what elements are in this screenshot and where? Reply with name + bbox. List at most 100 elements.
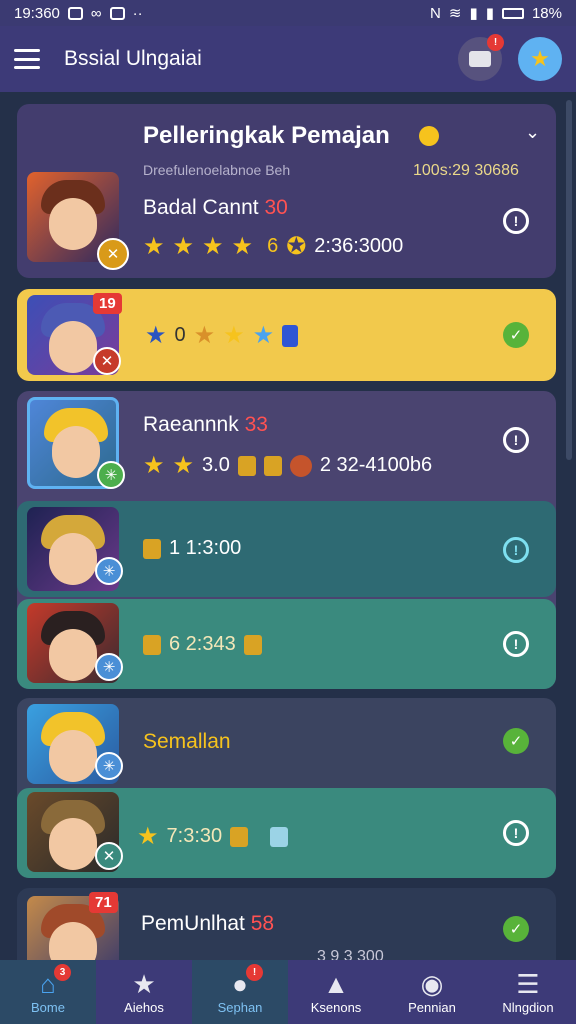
scrollbar[interactable] [566,100,572,460]
info-button[interactable]: ! [503,208,529,234]
star-icon: ★ [132,968,156,999]
player-class-badge: ✳ [95,557,123,585]
star-icon: ★ [193,322,216,349]
menu-icon: ☰ [516,968,540,999]
player-score: 2 32-4100b6 [319,454,433,476]
shield-icon [282,324,299,347]
signal-icon-2: ▮ [485,5,494,22]
player-rating: 3.0 [202,454,230,476]
leaderboard-group: ✳ Semallan ✓ ✕ ★ 7:3:30 ! [17,698,556,878]
player-stats: ★ 0 ★ ★ ★ [145,321,299,350]
nav-label: Bome [31,999,65,1015]
star-icon: ★ [143,233,165,260]
leaderboard-row[interactable]: ✳ 6 2:343 ! [17,599,556,689]
gem-icon [270,826,289,847]
nav-lock[interactable]: ▲ Ksenons [288,960,384,1024]
link-icon: ∞ [90,4,102,22]
nav-badge: ! [246,964,263,981]
rank-badge: 19 [93,293,122,314]
nav-label: Nlngdion [502,999,554,1015]
blue-star-icon: ★ [145,322,167,349]
notification-badge: ! [487,34,504,51]
leaderboard-header-card: Pelleringkak Pemajan ⌄ Dreefulenoelabnoe… [17,104,556,278]
wifi-icon: ≋ [448,5,462,22]
nav-home[interactable]: ⌂ 3 Bome [0,960,96,1024]
status-time: 19:360 [14,4,60,22]
inbox-icon [469,51,491,67]
leaderboard-subtitle: Dreefulenoelabnoe Beh [143,162,291,178]
check-icon: ✓ [503,728,529,754]
leaderboard-title: Pelleringkak Pemajan [143,122,390,149]
app-icon [109,6,125,20]
status-bar: 19:360 ∞ ·· N ≋ ▮ ▮ 18% [0,0,576,26]
nav-label: Ksenons [310,999,362,1015]
player-class-badge: ✳ [97,461,125,489]
leaderboard-row[interactable]: 71 PemUnlhat 58 3 9 3 300 ✓ [17,888,556,960]
coin-icon [237,455,256,476]
star-burst-icon: ✪ [286,233,307,260]
leaderboard-row[interactable]: 19 ✕ ★ 0 ★ ★ ★ ✓ [17,289,556,381]
notifications-button[interactable]: ! [458,34,504,81]
player-stats: 6 2:343 [143,633,262,656]
player-stats: ★ 7:3:30 [137,822,289,851]
info-button[interactable]: ! [503,820,529,846]
info-button[interactable]: ! [503,631,529,657]
player-class-badge: ✕ [97,238,129,270]
info-button[interactable]: ! [503,537,529,563]
star-count: 0 [174,324,186,346]
player-score: 3 9 3 300 [317,948,384,960]
player-class-badge: ✕ [95,842,123,870]
nav-badge: 3 [54,964,71,981]
star-icon: ★ [172,452,195,479]
player-name: Raeannnk 33 [143,413,268,436]
crown-star-icon: ★ [530,46,550,71]
player-class-badge: ✳ [95,653,123,681]
info-button[interactable]: ! [503,427,529,453]
nav-search[interactable]: ● ! Sephan [192,960,288,1024]
nav-label: Aiehos [124,999,164,1015]
player-name: Semallan [143,730,231,753]
player-stats: ★ ★ 3.0 2 32-4100b6 [143,451,432,480]
leaderboard-row[interactable]: ✳ 1 1:3:00 ! [17,501,556,597]
medal-icon [289,454,312,477]
nav-achievements[interactable]: ★ Aiehos [96,960,192,1024]
check-icon: ✓ [503,322,529,348]
nav-menu[interactable]: ☰ Nlngdion [480,960,576,1024]
player-score: 2:36:3000 [314,235,404,257]
bottom-nav: ⌂ 3 Bome ★ Aiehos ● ! Sephan ▲ Ksenons ◉… [0,960,576,1024]
coin-icon [230,826,249,847]
gamepad-icon: ◉ [420,968,444,999]
coin-icon [263,455,282,476]
player-name: PemUnlhat 58 [141,912,275,935]
star-icon: ★ [223,322,245,349]
menu-icon[interactable] [14,49,40,69]
star-icon: ★ [231,233,254,260]
collapse-chevron-icon[interactable]: ⌄ [525,122,540,143]
app-notification-icon [67,6,83,20]
star-icon: ★ [202,233,224,260]
nav-label: Pennian [408,999,456,1015]
player-stats: ★ ★ ★ ★ 6 ✪ 2:36:3000 [143,232,403,261]
player-class-badge: ✕ [93,347,121,375]
lock-icon: ▲ [323,968,349,999]
nav-games[interactable]: ◉ Pennian [384,960,480,1024]
check-icon: ✓ [503,916,529,942]
rank-badge: 71 [89,892,118,913]
leaderboard-group: ✳ Raeannnk 33 ★ ★ 3.0 2 32-4100b6 ! ✳ 1 … [17,391,556,689]
signal-icon: ▮ [469,5,478,22]
app-title: Bssial Ulngaiai [64,47,202,70]
nfc-icon: N [430,4,441,22]
app-bar: Bssial Ulngaiai ! ★ [0,26,576,92]
star-icon: ★ [143,452,165,479]
player-class-badge: ✳ [95,752,123,780]
leaderboard-record: 100s:29 30686 [413,162,519,179]
more-dots-icon: ·· [132,4,143,22]
title-badge-icon [419,126,439,146]
star-icon: ★ [172,233,195,260]
player-time: 1 1:3:00 [169,537,242,559]
profile-avatar[interactable]: ★ [518,37,562,81]
blue-star-icon: ★ [252,322,275,349]
player-name: Badal Cannt 30 [143,196,288,219]
leaderboard-row[interactable]: ✕ ★ 7:3:30 ! [17,788,556,878]
battery-level: 18% [531,4,562,22]
